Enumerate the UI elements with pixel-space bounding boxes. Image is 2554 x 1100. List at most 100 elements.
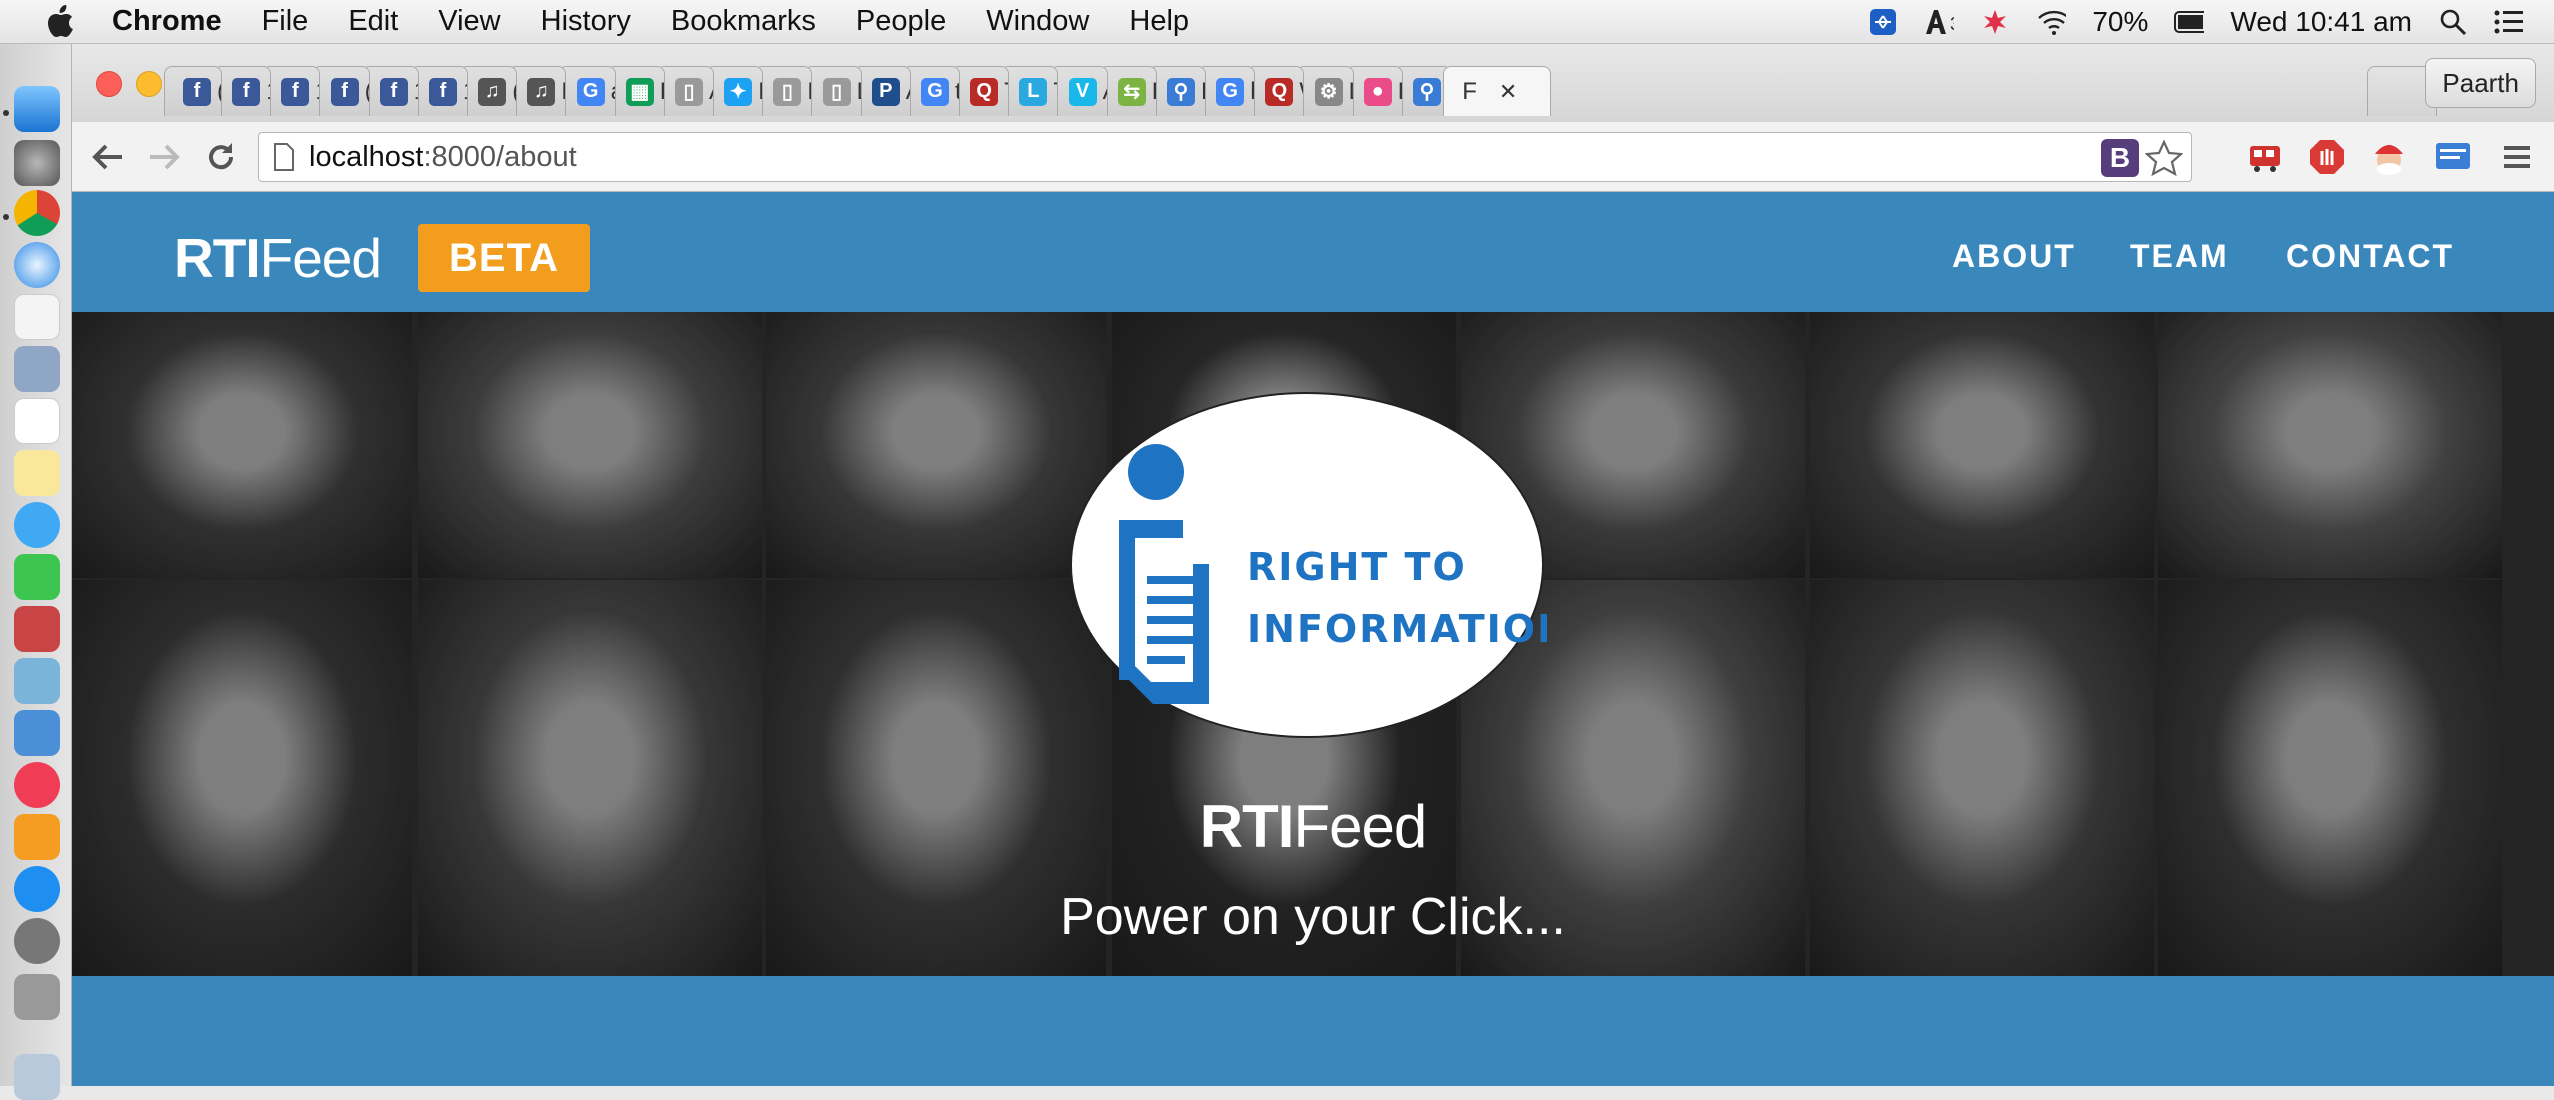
minimize-window-button[interactable] bbox=[136, 71, 162, 97]
finder-icon[interactable] bbox=[14, 86, 60, 132]
menu-edit[interactable]: Edit bbox=[348, 5, 398, 38]
site-logo-light: Feed bbox=[259, 227, 382, 289]
music-icon: ♫ bbox=[478, 77, 507, 106]
beta-badge: BETA bbox=[418, 224, 590, 292]
safari-icon[interactable] bbox=[14, 242, 60, 288]
screen-extension-icon[interactable] bbox=[2432, 136, 2474, 178]
launchpad-icon[interactable] bbox=[14, 140, 60, 186]
launchpad-apps-icon[interactable] bbox=[14, 294, 60, 340]
browser-tab-label: a bbox=[611, 78, 615, 106]
ibooks-icon[interactable] bbox=[14, 814, 60, 860]
browser-tab[interactable]: LT bbox=[1000, 66, 1059, 116]
browser-tab-label: L bbox=[807, 78, 811, 106]
browser-tab[interactable]: ▯L bbox=[754, 66, 813, 116]
back-button[interactable] bbox=[86, 136, 128, 178]
browser-tab-label: M bbox=[561, 78, 565, 106]
menu-help[interactable]: Help bbox=[1129, 5, 1189, 38]
utility-icon[interactable] bbox=[14, 974, 60, 1020]
hero-title-bold: RTI bbox=[1199, 793, 1295, 860]
chrome-menu-icon[interactable] bbox=[2496, 136, 2538, 178]
browser-tab-label: (( bbox=[512, 78, 516, 106]
mail-icon[interactable] bbox=[14, 346, 60, 392]
browser-tab[interactable]: f1 bbox=[262, 66, 321, 116]
battery-icon[interactable] bbox=[2174, 7, 2205, 37]
browser-tab[interactable]: ♫M bbox=[508, 66, 567, 116]
gear-icon: ⚙ bbox=[1314, 77, 1343, 106]
menu-history[interactable]: History bbox=[541, 5, 631, 38]
menu-bar: Chrome File Edit View History Bookmarks … bbox=[0, 0, 2554, 44]
forward-button[interactable] bbox=[144, 136, 186, 178]
teamviewer-icon[interactable] bbox=[1868, 7, 1898, 37]
notification-center-icon[interactable] bbox=[2494, 7, 2524, 37]
scrobbler-icon[interactable] bbox=[1980, 7, 2010, 37]
calendar-icon[interactable] bbox=[14, 398, 60, 444]
address-bar[interactable]: localhost:8000/about B bbox=[258, 132, 2192, 182]
browser-tab[interactable]: f(1 bbox=[311, 66, 370, 116]
hero-tagline: Power on your Click... bbox=[1060, 888, 1566, 946]
photo-booth-icon[interactable] bbox=[14, 606, 60, 652]
person-icon: ⚲ bbox=[1413, 77, 1441, 106]
document-icon: ▯ bbox=[822, 77, 851, 106]
dribbble-icon: ● bbox=[1363, 77, 1392, 106]
bookmark-star-icon[interactable] bbox=[2144, 139, 2184, 185]
train-extension-icon[interactable] bbox=[2244, 136, 2286, 178]
bootstrap-extension-icon[interactable]: B bbox=[2101, 139, 2139, 177]
menu-file[interactable]: File bbox=[262, 5, 309, 38]
browser-window: f(f1f1f(1f1f1♫((♫MGa▦R▯A✦P▯L▯LPAGtcQTLTV… bbox=[72, 44, 2554, 1086]
app-store-icon[interactable] bbox=[14, 866, 60, 912]
browser-tab[interactable]: ⚙L bbox=[1295, 66, 1354, 116]
keynote-icon[interactable] bbox=[14, 710, 60, 756]
nav-team-link[interactable]: TEAM bbox=[2130, 238, 2229, 275]
rti-logo-line2: INFORMATION bbox=[1247, 607, 1547, 651]
browser-tab[interactable]: ▯L bbox=[803, 66, 862, 116]
browser-tab-label: L bbox=[857, 78, 861, 106]
iphoto-icon[interactable] bbox=[14, 658, 60, 704]
dock bbox=[0, 44, 72, 1100]
facebook-icon: f bbox=[429, 77, 457, 106]
santa-extension-icon[interactable] bbox=[2368, 136, 2410, 178]
menu-app-name[interactable]: Chrome bbox=[112, 5, 222, 38]
site-logo[interactable]: RTIFeed bbox=[174, 226, 382, 290]
browser-tab[interactable]: QW bbox=[1246, 66, 1305, 116]
help-icon[interactable] bbox=[14, 1054, 60, 1100]
twitter-icon: ✦ bbox=[724, 77, 753, 106]
menu-view[interactable]: View bbox=[438, 5, 500, 38]
wifi-icon[interactable] bbox=[2036, 7, 2067, 37]
browser-tab[interactable]: Ga bbox=[557, 66, 616, 116]
close-tab-icon[interactable]: ✕ bbox=[1499, 79, 1517, 105]
music-icon: ♫ bbox=[527, 77, 556, 106]
nav-contact-link[interactable]: CONTACT bbox=[2286, 238, 2454, 275]
nav-about-link[interactable]: ABOUT bbox=[1952, 238, 2076, 275]
menu-window[interactable]: Window bbox=[986, 5, 1089, 38]
messages-icon[interactable] bbox=[14, 502, 60, 548]
browser-tab-label: tc bbox=[955, 78, 959, 106]
menu-bookmarks[interactable]: Bookmarks bbox=[671, 5, 816, 38]
menubar-clock[interactable]: Wed 10:41 am bbox=[2230, 6, 2412, 38]
chrome-dock-icon[interactable] bbox=[14, 190, 60, 236]
browser-tab-label: F bbox=[1462, 77, 1477, 105]
itunes-icon[interactable] bbox=[14, 762, 60, 808]
adobe-icon[interactable]: 3 bbox=[1924, 7, 1954, 37]
browser-tab[interactable]: VA bbox=[1049, 66, 1108, 116]
notes-icon[interactable] bbox=[14, 450, 60, 496]
profile-button[interactable]: Paarth bbox=[2425, 58, 2536, 108]
apple-menu-icon[interactable] bbox=[38, 0, 82, 44]
browser-tab-label: W bbox=[1299, 78, 1303, 106]
browser-tab[interactable]: f( bbox=[164, 66, 222, 116]
browser-tab-label: 1 bbox=[463, 78, 467, 106]
facebook-icon: f bbox=[330, 77, 359, 106]
browser-tab-label: 1 bbox=[266, 78, 270, 106]
close-window-button[interactable] bbox=[96, 71, 122, 97]
spotlight-search-icon[interactable] bbox=[2438, 7, 2468, 37]
menu-people[interactable]: People bbox=[856, 5, 946, 38]
browser-tab-label: 1 bbox=[414, 78, 418, 106]
browser-tab-active[interactable]: F ✕ bbox=[1443, 66, 1552, 116]
sheets-icon: ▦ bbox=[625, 77, 654, 106]
facetime-icon[interactable] bbox=[14, 554, 60, 600]
adblock-extension-icon[interactable] bbox=[2306, 136, 2348, 178]
url-host: localhost bbox=[309, 140, 424, 173]
system-preferences-icon[interactable] bbox=[14, 918, 60, 964]
person-icon: ⚲ bbox=[1167, 77, 1195, 106]
google-icon: G bbox=[1216, 77, 1245, 106]
reload-button[interactable] bbox=[200, 136, 242, 178]
